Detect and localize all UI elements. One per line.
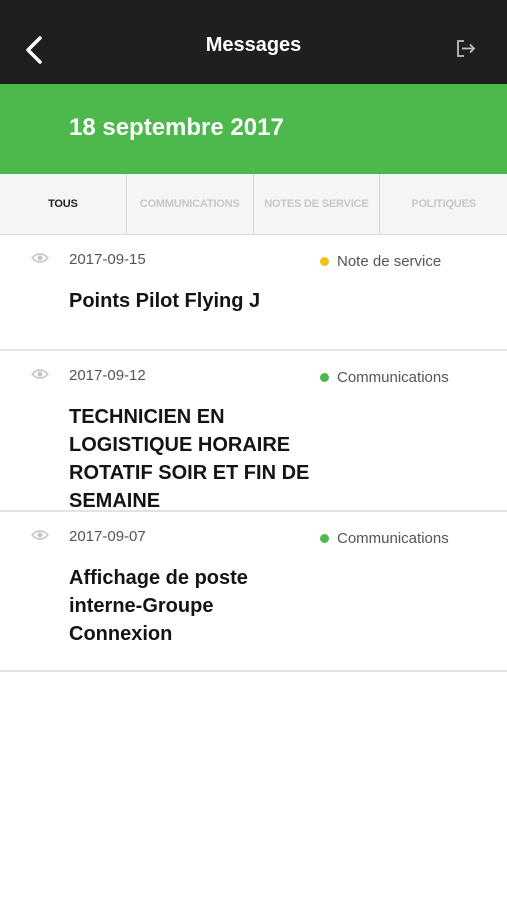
category-label: Communications bbox=[337, 369, 449, 386]
message-title: TECHNICIEN EN LOGISTIQUE HORAIRE ROTATIF… bbox=[69, 406, 310, 512]
category-label: Note de service bbox=[337, 253, 442, 270]
tab-policies[interactable]: POLITIQUES bbox=[380, 174, 507, 234]
message-category: Note de service bbox=[320, 253, 441, 270]
message-category: Communications bbox=[320, 530, 449, 547]
category-dot bbox=[320, 257, 329, 266]
message-date: 2017-09-07 bbox=[69, 528, 146, 545]
message-item[interactable]: 2017-09-12 Communications TECHNICIEN EN … bbox=[0, 351, 507, 512]
date-banner: 18 septembre 2017 bbox=[0, 84, 507, 174]
category-label: Communications bbox=[337, 530, 449, 547]
message-item[interactable]: 2017-09-15 Note de service Points Pilot … bbox=[0, 235, 507, 351]
tab-all[interactable]: TOUS bbox=[0, 174, 127, 234]
tab-communications[interactable]: COMMUNICATIONS bbox=[127, 174, 254, 234]
message-title: Points Pilot Flying J bbox=[69, 290, 261, 312]
category-dot bbox=[320, 373, 329, 382]
message-category: Communications bbox=[320, 369, 449, 386]
banner-date: 18 septembre 2017 bbox=[69, 114, 284, 141]
eye-icon bbox=[31, 369, 49, 379]
logout-button[interactable] bbox=[450, 36, 480, 62]
message-date: 2017-09-15 bbox=[69, 251, 146, 268]
category-dot bbox=[320, 534, 329, 543]
tab-service-notes[interactable]: NOTES DE SERVICE bbox=[254, 174, 381, 234]
top-bar: Messages bbox=[0, 0, 507, 84]
message-list: 2017-09-15 Note de service Points Pilot … bbox=[0, 235, 507, 672]
eye-icon bbox=[31, 253, 49, 263]
message-title: Affichage de poste interne-Groupe Connex… bbox=[69, 567, 248, 645]
logout-icon bbox=[457, 40, 476, 57]
category-tabs: TOUS COMMUNICATIONS NOTES DE SERVICE POL… bbox=[0, 174, 507, 235]
eye-icon bbox=[31, 530, 49, 540]
message-item[interactable]: 2017-09-07 Communications Affichage de p… bbox=[0, 512, 507, 672]
message-date: 2017-09-12 bbox=[69, 367, 146, 384]
page-title: Messages bbox=[205, 34, 302, 56]
